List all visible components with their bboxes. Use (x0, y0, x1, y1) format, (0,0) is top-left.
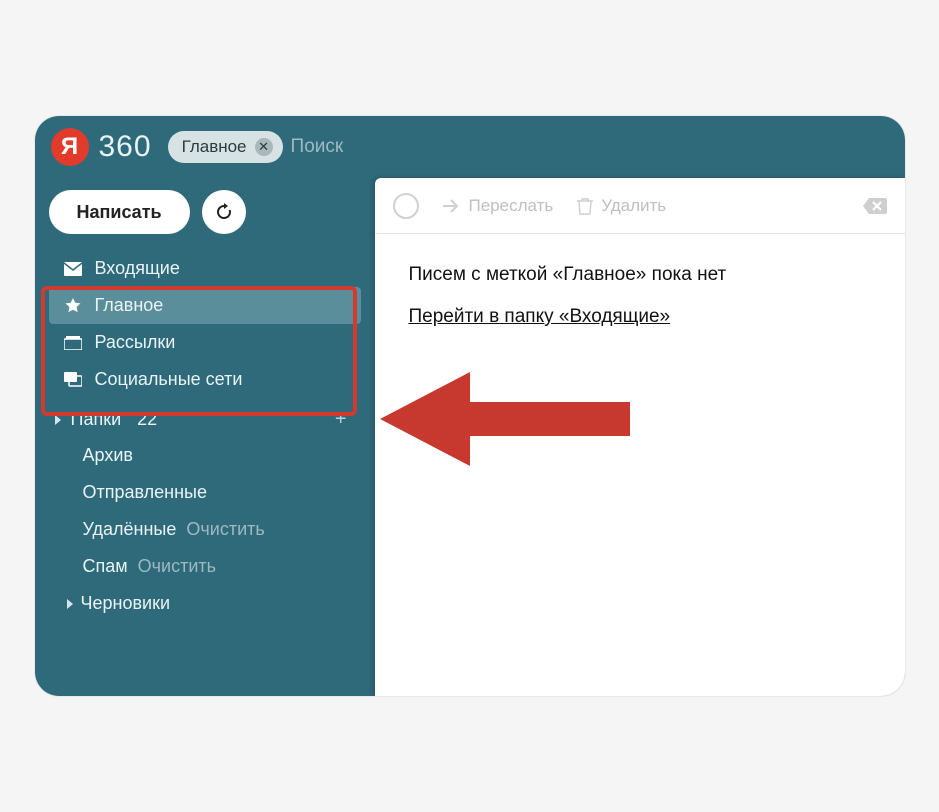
sidebar-item-important[interactable]: Главное (49, 287, 361, 324)
search-input[interactable]: Поиск (291, 136, 344, 158)
select-all-checkbox[interactable] (393, 193, 419, 219)
topbar: Я 360 Главное ✕ Поиск (35, 116, 905, 178)
sidebar-item-inbox[interactable]: Входящие (49, 250, 361, 287)
folders-title: Папки (71, 409, 122, 430)
folder-spam[interactable]: Спам Очистить (49, 548, 361, 585)
folder-label: Спам (83, 556, 128, 577)
logo-y-icon: Я (51, 128, 89, 166)
compose-button[interactable]: Написать (49, 190, 190, 234)
folder-label: Удалённые (83, 519, 177, 540)
chip-label: Главное (182, 137, 247, 157)
folder-sent[interactable]: Отправленные (49, 474, 361, 511)
mail-toolbar: Переслать Удалить (375, 178, 905, 234)
search-filter-chip[interactable]: Главное ✕ (168, 131, 283, 163)
folder-archive[interactable]: Архив (49, 437, 361, 474)
close-icon[interactable]: ✕ (255, 138, 273, 156)
toolbar-label: Удалить (601, 196, 666, 216)
chat-icon (63, 372, 83, 388)
sidebar-label: Социальные сети (95, 369, 243, 390)
sidebar-label: Рассылки (95, 332, 176, 353)
trash-icon (577, 197, 593, 215)
folders-toggle[interactable]: Папки 22 + (49, 398, 361, 437)
arrow-right-icon (443, 199, 461, 213)
folder-label: Отправленные (83, 482, 208, 503)
delete-button[interactable]: Удалить (577, 196, 666, 216)
clear-action[interactable]: Очистить (186, 519, 264, 540)
content-area: Писем с меткой «Главное» пока нет Перейт… (375, 234, 905, 358)
refresh-icon (214, 202, 234, 222)
sidebar-item-newsletters[interactable]: Рассылки (49, 324, 361, 361)
more-button[interactable] (863, 196, 887, 216)
search-bar[interactable]: Главное ✕ Поиск (168, 131, 889, 163)
empty-message: Писем с меткой «Главное» пока нет (409, 264, 871, 286)
folder-label: Черновики (81, 593, 171, 614)
sidebar-item-social[interactable]: Социальные сети (49, 361, 361, 398)
main-panel: Переслать Удалить Писе (375, 178, 905, 696)
folder-label: Архив (83, 445, 133, 466)
toolbar-label: Переслать (469, 196, 554, 216)
forward-button[interactable]: Переслать (443, 196, 554, 216)
sidebar: Написать Входящие (35, 178, 375, 696)
mail-icon (63, 262, 83, 276)
folder-drafts[interactable]: Черновики (49, 585, 361, 622)
category-list: Входящие Главное Рассылки (49, 250, 361, 398)
folders-count: 22 (137, 409, 157, 430)
folder-list: Архив Отправленные Удалённые Очистить Сп… (49, 437, 361, 622)
tray-icon (63, 336, 83, 350)
refresh-button[interactable] (202, 190, 246, 234)
logo-text: 360 (99, 130, 152, 164)
caret-right-icon (67, 599, 73, 609)
folder-trash[interactable]: Удалённые Очистить (49, 511, 361, 548)
caret-right-icon (55, 415, 61, 425)
star-icon (63, 297, 83, 315)
add-folder-button[interactable]: + (335, 408, 347, 431)
inbox-link[interactable]: Перейти в папку «Входящие» (409, 306, 671, 327)
tag-x-icon (863, 196, 887, 216)
logo[interactable]: Я 360 (51, 128, 152, 166)
sidebar-label: Главное (95, 295, 164, 316)
clear-action[interactable]: Очистить (138, 556, 216, 577)
sidebar-label: Входящие (95, 258, 180, 279)
